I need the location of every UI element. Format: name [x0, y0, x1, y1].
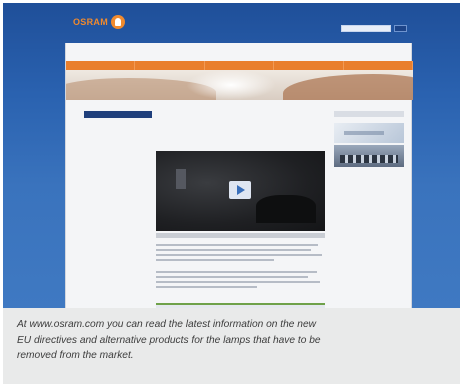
video-scene-detail	[176, 169, 186, 189]
text-line	[156, 244, 319, 246]
caption-panel: At www.osram.com you can read the latest…	[3, 308, 460, 384]
article-body	[156, 244, 325, 291]
video-controls[interactable]	[156, 233, 325, 238]
nav-item[interactable]	[205, 61, 275, 70]
text-line	[156, 276, 309, 278]
thumbnail-image[interactable]	[334, 145, 404, 167]
search-button[interactable]	[394, 25, 407, 32]
text-line	[156, 259, 275, 261]
video-scene-detail	[256, 195, 316, 223]
thumbnail-image[interactable]	[334, 123, 404, 143]
play-icon[interactable]	[229, 181, 251, 199]
search-input[interactable]	[341, 25, 391, 32]
nav-item[interactable]	[66, 61, 136, 70]
banner-decoration	[283, 74, 413, 100]
text-line	[156, 271, 317, 273]
nav-item[interactable]	[274, 61, 344, 70]
right-column	[334, 111, 404, 167]
site-header: OSRAM	[3, 3, 460, 43]
website-screenshot: OSRAM	[3, 3, 460, 308]
main-nav	[66, 61, 414, 70]
left-sidebar	[84, 111, 152, 118]
caption: At www.osram.com you can read the latest…	[17, 317, 427, 364]
nav-item[interactable]	[344, 61, 414, 70]
text-line	[156, 249, 312, 251]
caption-line: removed from the market.	[17, 350, 134, 361]
text-line	[156, 286, 258, 288]
video-player[interactable]	[156, 151, 325, 231]
figure-frame: OSRAM At www.osram.com you can read the …	[0, 0, 463, 387]
caption-line: EU directives and alternative products f…	[17, 334, 321, 346]
sidebar-heading[interactable]	[84, 111, 152, 118]
osram-logo[interactable]: OSRAM	[73, 15, 125, 29]
right-heading	[334, 111, 404, 117]
banner-light	[186, 70, 276, 100]
text-line	[156, 254, 322, 256]
text-line	[156, 281, 320, 283]
osram-bulb-icon	[111, 15, 125, 29]
logo-text: OSRAM	[73, 17, 108, 27]
caption-line: At www.osram.com you can read the latest…	[17, 319, 316, 330]
hero-banner	[66, 70, 413, 100]
nav-item[interactable]	[135, 61, 205, 70]
web-page	[65, 43, 414, 308]
